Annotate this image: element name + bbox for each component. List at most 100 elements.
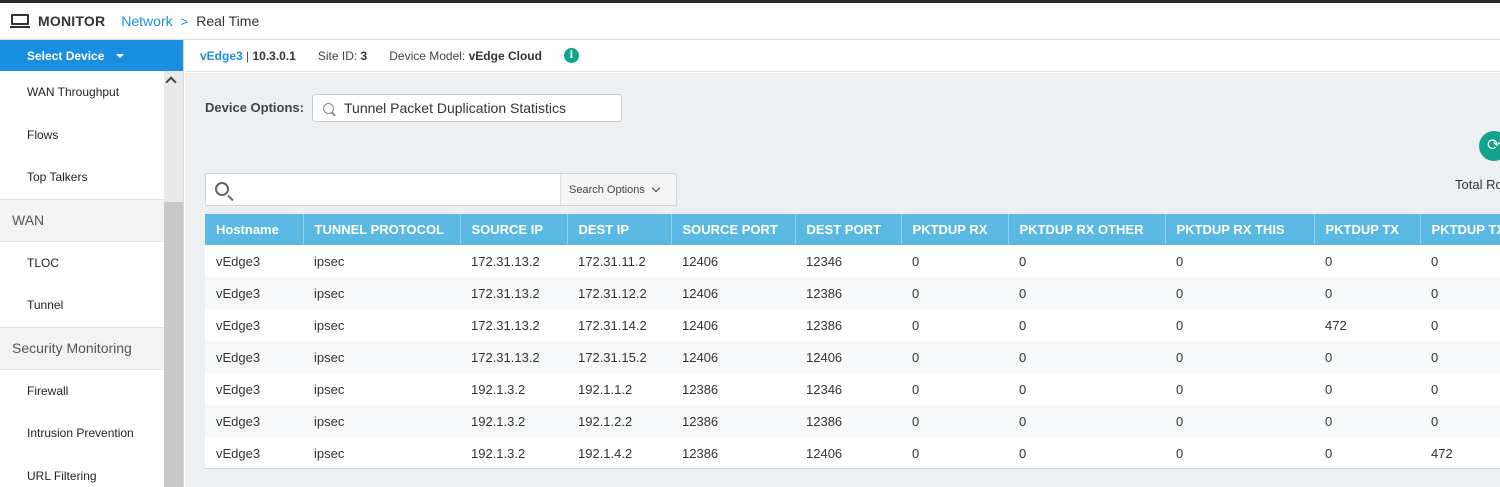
table-cell: 192.1.1.2: [567, 373, 671, 405]
table-cell: 0: [1165, 309, 1314, 341]
table-cell: 0: [1008, 245, 1165, 277]
table-cell: 0: [1165, 405, 1314, 437]
device-options-label: Device Options:: [205, 100, 304, 115]
table-cell: vEdge3: [205, 405, 303, 437]
select-device-button[interactable]: Select Device: [0, 40, 183, 71]
info-icon[interactable]: i: [563, 48, 579, 63]
sidebar-item[interactable]: Tunnel: [0, 284, 164, 327]
sidebar-item[interactable]: TLOC: [0, 241, 164, 284]
table-row[interactable]: vEdge3 ipsec 192.1.3.2 192.1.1.2 12386 12346 0…: [205, 373, 1500, 405]
breadcrumb-network-link[interactable]: Network: [121, 13, 172, 29]
table-cell: 0: [1165, 437, 1314, 468]
device-name[interactable]: vEdge3: [200, 49, 243, 63]
table-cell: ipsec: [303, 277, 460, 309]
column-header[interactable]: PKTDUP TX: [1420, 214, 1500, 245]
device-options-dropdown[interactable]: Tunnel Packet Duplication Statistics: [312, 94, 622, 122]
device-separator: |: [242, 48, 253, 63]
table-row[interactable]: vEdge3 ipsec 192.1.3.2 192.1.2.2 12386 12386 0…: [205, 405, 1500, 437]
table-cell: 0: [1420, 277, 1500, 309]
system-ip: 10.3.0.1: [252, 48, 296, 63]
table-cell: 0: [1008, 341, 1165, 373]
table-cell: 12406: [671, 277, 795, 309]
table-cell: 12406: [795, 341, 901, 373]
table-row[interactable]: vEdge3 ipsec 172.31.13.2 172.31.11.2 12406 12…: [205, 245, 1500, 277]
table-row[interactable]: vEdge3 ipsec 172.31.13.2 172.31.15.2 12406 12…: [205, 341, 1500, 373]
sidebar-item[interactable]: Firewall: [0, 369, 164, 412]
table-cell: vEdge3: [205, 373, 303, 405]
table-cell: 12346: [795, 245, 901, 277]
refresh-button[interactable]: ⟳: [1479, 131, 1500, 161]
table-cell: ipsec: [303, 309, 460, 341]
site-id-label: Site ID:: [317, 48, 361, 63]
column-header[interactable]: Hostname: [205, 214, 304, 245]
table-cell: 0: [901, 341, 1008, 373]
table-cell: 0: [1165, 245, 1314, 277]
column-header[interactable]: PKTDUP RX: [901, 214, 1009, 245]
table-cell: 0: [901, 373, 1008, 405]
table-cell: 172.31.14.2: [567, 309, 671, 341]
table-cell: 172.31.11.2: [567, 245, 671, 277]
table-cell: 172.31.13.2: [460, 277, 567, 309]
sidebar-item[interactable]: WAN Throughput: [0, 71, 164, 114]
table-cell: vEdge3: [205, 309, 303, 341]
column-header[interactable]: PKTDUP TX: [1314, 214, 1421, 245]
stats-table-container: Hostname TUNNEL PROTOCOL SOURCE IP DEST IP S…: [205, 214, 1500, 469]
table-header-row: Hostname TUNNEL PROTOCOL SOURCE IP DEST IP S…: [205, 214, 1500, 245]
table-cell: 192.1.4.2: [567, 437, 671, 468]
monitor-icon: [10, 14, 30, 28]
table-search-input[interactable]: Search Options: [205, 173, 677, 206]
table-cell: 0: [901, 437, 1008, 468]
app-title: MONITOR: [38, 13, 106, 29]
table-cell: 0: [1420, 405, 1500, 437]
table-cell: 0: [1420, 309, 1500, 341]
sidebar-item[interactable]: Top Talkers: [0, 156, 164, 199]
table-cell: 172.31.13.2: [460, 245, 567, 277]
sidebar-group[interactable]: WAN: [0, 198, 164, 242]
search-options-label: Search Options: [569, 183, 645, 196]
search-icon: [323, 102, 334, 114]
chevron-down-icon: [651, 183, 661, 192]
column-header[interactable]: SOURCE IP: [460, 214, 568, 245]
device-options-value: Tunnel Packet Duplication Statistics: [344, 100, 567, 116]
table-row[interactable]: vEdge3 ipsec 172.31.13.2 172.31.12.2 12406 12…: [205, 277, 1500, 309]
table-cell: 0: [1165, 277, 1314, 309]
stats-table: Hostname TUNNEL PROTOCOL SOURCE IP DEST IP S…: [205, 214, 1500, 468]
table-cell: 12386: [795, 309, 901, 341]
sidebar-item[interactable]: URL Filtering: [0, 454, 164, 487]
table-row[interactable]: vEdge3 ipsec 192.1.3.2 192.1.4.2 12386 12406 0…: [205, 437, 1500, 468]
column-header[interactable]: DEST PORT: [795, 214, 902, 245]
table-cell: 192.1.2.2: [567, 405, 671, 437]
sidebar-item[interactable]: Intrusion Prevention: [0, 412, 164, 455]
column-header[interactable]: PKTDUP RX THIS: [1165, 214, 1315, 245]
table-cell: 192.1.3.2: [460, 437, 567, 468]
table-cell: 12346: [795, 373, 901, 405]
sidebar-scrollbar[interactable]: [164, 71, 183, 487]
table-cell: 0: [1420, 341, 1500, 373]
table-cell: 12386: [795, 405, 901, 437]
table-cell: ipsec: [303, 245, 460, 277]
device-model-value: vEdge Cloud: [468, 48, 542, 63]
column-header[interactable]: TUNNEL PROTOCOL: [303, 214, 461, 245]
table-cell: 0: [1420, 373, 1500, 405]
sidebar-menu: WAN Throughput Flows Top Talkers WAN TLOC Tun…: [0, 71, 164, 487]
column-header[interactable]: DEST IP: [567, 214, 672, 245]
table-cell: 12386: [795, 277, 901, 309]
column-header[interactable]: SOURCE PORT: [671, 214, 796, 245]
table-cell: 472: [1314, 309, 1420, 341]
total-rows-label: Total Ro: [1455, 177, 1500, 192]
column-header[interactable]: PKTDUP RX OTHER: [1008, 214, 1166, 245]
table-cell: 0: [1008, 405, 1165, 437]
scrollbar-thumb[interactable]: [164, 202, 183, 487]
table-cell: ipsec: [303, 405, 460, 437]
table-row[interactable]: vEdge3 ipsec 172.31.13.2 172.31.14.2 12406 12…: [205, 309, 1500, 341]
table-cell: 172.31.12.2: [567, 277, 671, 309]
table-cell: 0: [1314, 341, 1420, 373]
table-cell: 0: [1420, 245, 1500, 277]
select-device-label: Select Device: [27, 48, 105, 63]
table-cell: 0: [1165, 373, 1314, 405]
sidebar-item[interactable]: Flows: [0, 113, 164, 156]
search-options-button[interactable]: Search Options: [560, 174, 676, 205]
table-cell: 172.31.15.2: [567, 341, 671, 373]
search-icon: [215, 182, 229, 196]
sidebar-group[interactable]: Security Monitoring: [0, 326, 164, 370]
